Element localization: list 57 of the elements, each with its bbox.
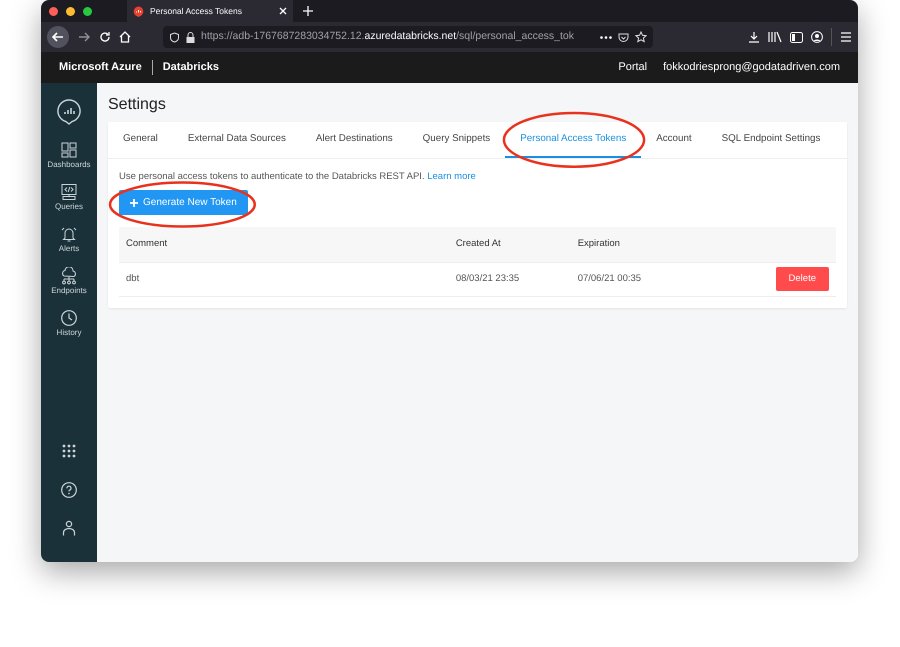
- new-tab-icon[interactable]: [303, 6, 313, 16]
- minimize-button[interactable]: [66, 6, 75, 16]
- sidebar-item[interactable]: History: [56, 309, 82, 339]
- logo-icon[interactable]: [57, 99, 81, 125]
- tab-title: Personal Access Tokens: [150, 4, 243, 18]
- user-icon[interactable]: [62, 520, 76, 536]
- bookmark-star-icon[interactable]: [635, 31, 647, 43]
- url-text: https://adb-1767687283034752.12.azuredatabricks.net/sql/personal_access_tok: [201, 29, 576, 44]
- shield-icon[interactable]: [169, 32, 180, 42]
- bell-icon[interactable]: [60, 225, 78, 243]
- favicon-icon: [133, 6, 144, 17]
- reload-icon[interactable]: [99, 31, 111, 43]
- grid-icon[interactable]: [60, 141, 78, 159]
- table-cell: dbt: [119, 262, 449, 296]
- column-header: Created At: [448, 227, 571, 262]
- clock-icon[interactable]: [60, 309, 78, 327]
- header-link[interactable]: fokkodriesprong@godatadriven.com: [663, 59, 840, 76]
- address-bar[interactable]: https://adb-1767687283034752.12.azuredatabricks.net/sql/personal_access_tok: [163, 26, 653, 48]
- more-icon[interactable]: [600, 36, 612, 38]
- sidebar-item[interactable]: Endpoints: [51, 267, 87, 297]
- help-icon[interactable]: [61, 482, 77, 498]
- home-icon[interactable]: [119, 31, 131, 43]
- library-icon[interactable]: [768, 31, 782, 43]
- settings-tab[interactable]: SQL Endpoint Settings: [706, 122, 836, 158]
- settings-tab[interactable]: Account: [641, 122, 707, 158]
- lock-icon[interactable]: [186, 32, 195, 42]
- header-link[interactable]: Portal: [618, 59, 648, 76]
- table-cell: 07/06/21 00:35: [570, 262, 712, 296]
- close-button[interactable]: [49, 6, 58, 16]
- account-icon[interactable]: [811, 31, 823, 43]
- apps-icon[interactable]: [62, 444, 76, 458]
- table-cell: 08/03/21 23:35: [448, 262, 571, 296]
- page-title: Settings: [108, 95, 167, 114]
- settings-tab[interactable]: External Data Sources: [172, 122, 301, 158]
- plus-icon: [130, 198, 138, 207]
- menu-icon[interactable]: [840, 32, 852, 42]
- code-monitor-icon[interactable]: [60, 183, 78, 201]
- sidebar-item[interactable]: Dashboards: [47, 141, 91, 171]
- sidebar-item[interactable]: Queries: [54, 183, 83, 213]
- product-name[interactable]: Databricks: [162, 59, 219, 76]
- close-icon[interactable]: [279, 7, 287, 15]
- settings-tab[interactable]: Query Snippets: [408, 122, 506, 158]
- settings-tab[interactable]: General: [108, 122, 173, 158]
- sidebar-item[interactable]: Alerts: [58, 225, 80, 255]
- settings-tab[interactable]: Alert Destinations: [300, 122, 408, 158]
- help-text: Use personal access tokens to authenticate to the Databricks REST API. Learn more: [119, 170, 477, 184]
- download-icon[interactable]: [748, 31, 760, 43]
- cloud-network-icon[interactable]: [60, 267, 78, 285]
- column-header: Comment: [119, 227, 449, 262]
- pocket-icon[interactable]: [618, 32, 629, 42]
- brand-name[interactable]: Microsoft Azure: [59, 59, 142, 76]
- column-header: Expiration: [570, 227, 712, 262]
- sidebar-icon[interactable]: [790, 32, 803, 42]
- forward-icon[interactable]: [77, 30, 91, 44]
- back-icon[interactable]: [47, 26, 69, 48]
- learn-more-link[interactable]: Learn more: [427, 170, 476, 182]
- maximize-button[interactable]: [83, 6, 92, 16]
